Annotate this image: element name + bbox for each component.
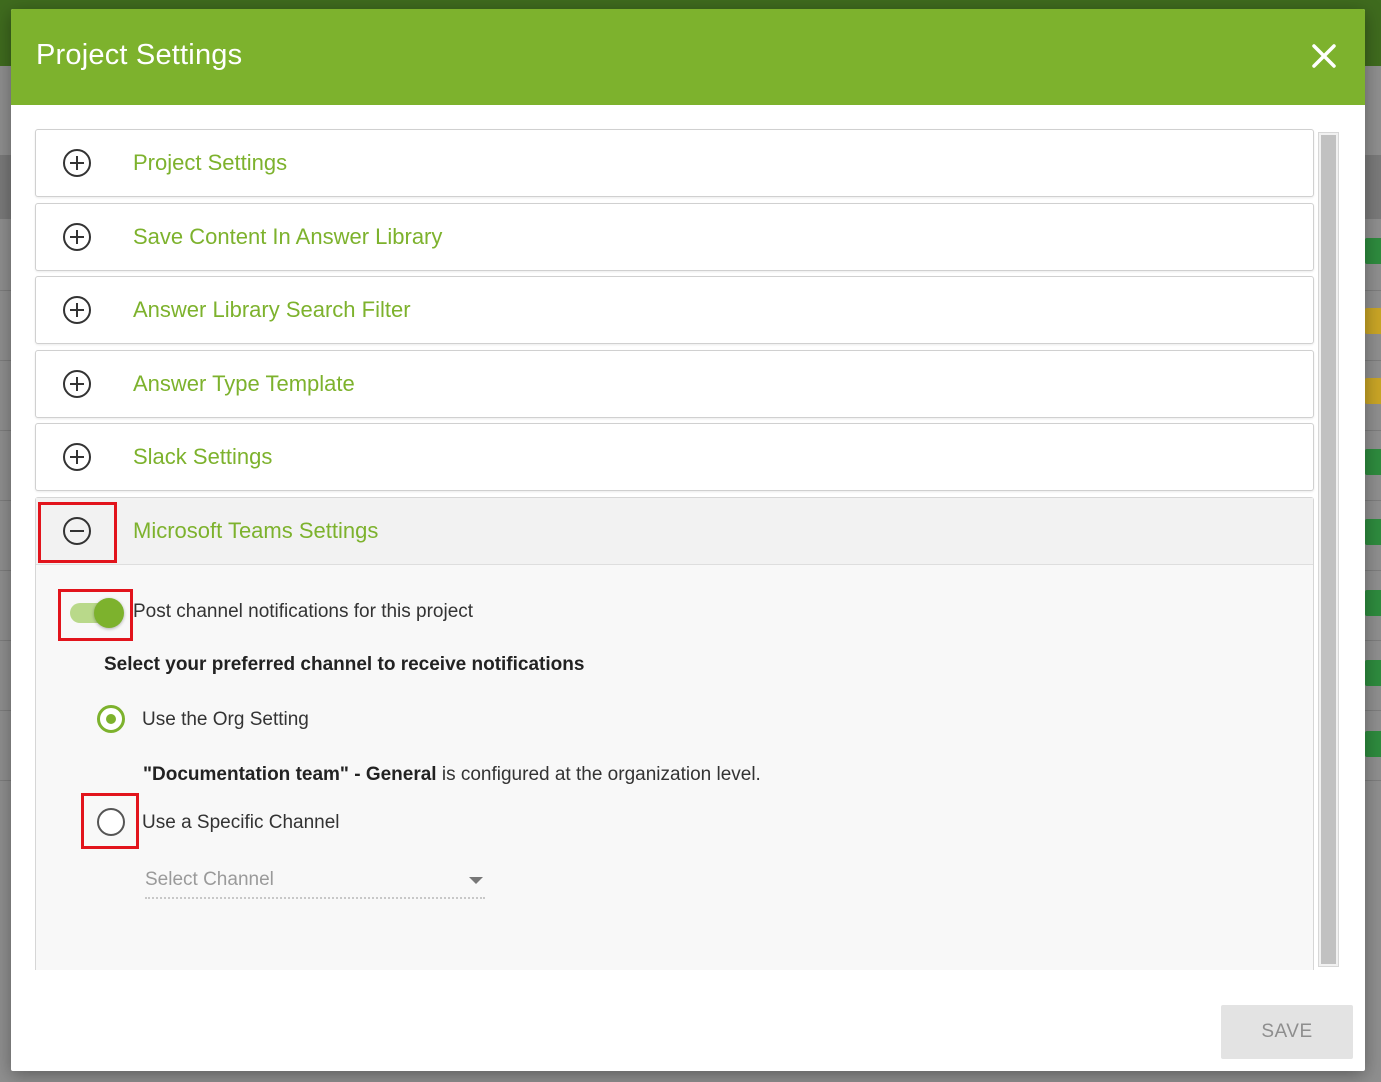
scrollbar-thumb[interactable] [1321,135,1336,964]
chevron-down-icon [469,877,483,884]
close-button[interactable] [1305,37,1343,75]
panel-label: Answer Type Template [133,371,355,396]
modal-title: Project Settings [36,39,243,71]
plus-circle-icon[interactable] [62,222,92,252]
background-status-chip [1365,449,1381,475]
radio-label-specific-channel[interactable]: Use a Specific Channel [142,812,340,834]
background-status-chip [1365,519,1381,545]
background-status-chip [1365,238,1381,264]
radio-label-org-setting[interactable]: Use the Org Setting [142,709,309,731]
close-icon [1312,44,1336,68]
background-status-chip [1365,660,1381,686]
channel-select[interactable]: Select Channel [145,865,485,899]
highlight-box [38,502,117,563]
panel-label: Slack Settings [133,444,273,469]
panel-label: Save Content In Answer Library [133,224,443,249]
org-setting-note: "Documentation team" - General is config… [143,764,761,786]
org-channel-name: "Documentation team" - General [143,764,437,785]
radio-org-setting[interactable] [97,705,125,733]
highlight-box [58,589,133,641]
panel-search-filter[interactable]: Answer Library Search Filter [35,276,1314,344]
panel-microsoft-teams-settings: Microsoft Teams Settings Post channel no… [35,497,1314,970]
plus-circle-icon[interactable] [62,148,92,178]
panel-label: Microsoft Teams Settings [133,518,379,543]
panel-label: Project Settings [133,150,288,175]
background-status-chip [1365,308,1381,334]
panel-answer-type-template[interactable]: Answer Type Template [35,350,1314,418]
scrollbar[interactable] [1318,132,1339,967]
background-status-chip [1365,590,1381,616]
panel-slack-settings[interactable]: Slack Settings [35,423,1314,491]
plus-circle-icon[interactable] [62,442,92,472]
channel-select-placeholder: Select Channel [145,869,274,890]
toggle-label: Post channel notifications for this proj… [133,601,474,622]
modal-header: Project Settings [11,9,1365,105]
plus-circle-icon[interactable] [62,295,92,325]
plus-circle-icon[interactable] [62,369,92,399]
panel-label: Answer Library Search Filter [133,297,411,322]
panel-header[interactable]: Microsoft Teams Settings [36,498,1313,565]
channel-preference-heading: Select your preferred channel to receive… [104,654,585,675]
panel-project-settings[interactable]: Project Settings [35,129,1314,197]
settings-panels: Project Settings Save Content In Answer … [35,129,1315,977]
save-button[interactable]: SAVE [1221,1005,1353,1059]
project-settings-modal: Project Settings Project Settings Save C [11,9,1365,1071]
org-note-text: is configured at the organization level. [436,764,761,785]
highlight-box [81,793,139,849]
background-status-chip [1365,378,1381,404]
background-status-chip [1365,731,1381,757]
panel-save-content[interactable]: Save Content In Answer Library [35,203,1314,271]
